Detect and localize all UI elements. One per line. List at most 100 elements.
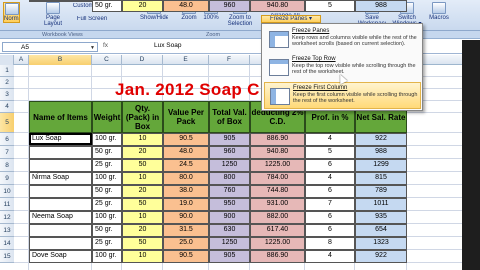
table-cell[interactable]: 100 gr. <box>92 172 122 185</box>
row-header-10[interactable]: 10 <box>0 185 14 198</box>
item-name-cell[interactable] <box>29 224 92 237</box>
table-cell[interactable]: 31.5 <box>163 224 209 237</box>
table-cell[interactable]: 50 gr. <box>92 185 122 198</box>
table-cell[interactable]: 25.0 <box>163 237 209 250</box>
table-cell[interactable]: 7 <box>305 198 355 211</box>
table-cell[interactable]: 20 <box>122 0 163 12</box>
row-header-4[interactable]: 4 <box>0 101 14 113</box>
table-cell[interactable]: 5 <box>305 0 355 12</box>
table-cell[interactable]: 90.0 <box>163 211 209 224</box>
table-cell[interactable]: 935 <box>355 211 407 224</box>
table-cell[interactable]: 617.40 <box>250 224 305 237</box>
table-cell[interactable]: 931.00 <box>250 198 305 211</box>
table-cell[interactable]: 789 <box>355 185 407 198</box>
menu-item-freeze-panes[interactable]: Freeze Panes Keep rows and columns visib… <box>264 26 421 53</box>
formula-input[interactable]: Lux Soap <box>154 42 181 49</box>
menu-item-freeze-first-column[interactable]: Freeze First Column Keep the first colum… <box>264 82 421 109</box>
select-all-corner[interactable] <box>0 55 14 65</box>
table-cell[interactable]: 940.80 <box>250 146 305 159</box>
table-cell[interactable]: 900 <box>209 211 250 224</box>
table-cell[interactable]: 5 <box>305 146 355 159</box>
item-name-cell[interactable]: Nirma Soap <box>29 172 92 185</box>
row-header-12[interactable]: 12 <box>0 211 14 224</box>
table-cell[interactable]: 882.00 <box>250 211 305 224</box>
table-cell[interactable]: 20 <box>122 185 163 198</box>
fx-icon[interactable]: fx <box>103 42 108 49</box>
table-cell[interactable]: 784.00 <box>250 172 305 185</box>
table-cell[interactable]: 1011 <box>355 198 407 211</box>
table-cell[interactable]: 20 <box>122 146 163 159</box>
table-cell[interactable]: 6 <box>305 185 355 198</box>
table-cell[interactable]: 48.0 <box>163 0 209 12</box>
table-cell[interactable]: 19.0 <box>163 198 209 211</box>
table-cell[interactable]: 80.0 <box>163 172 209 185</box>
item-name-cell[interactable] <box>29 237 92 250</box>
row-header-5[interactable]: 5 <box>0 113 14 133</box>
ribbon-btn-normal[interactable]: Normal <box>3 2 20 23</box>
row-header-6[interactable]: 6 <box>0 133 14 146</box>
table-cell[interactable]: 886.90 <box>250 250 305 263</box>
table-cell[interactable]: 100 gr. <box>92 133 122 146</box>
table-cell[interactable]: 48.0 <box>163 146 209 159</box>
table-cell[interactable]: 905 <box>209 250 250 263</box>
table-cell[interactable]: 90.5 <box>163 250 209 263</box>
row-header-14[interactable]: 14 <box>0 237 14 250</box>
item-name-cell[interactable]: Dove Soap <box>29 250 92 263</box>
ribbon-btn-full-screen[interactable]: Full Screen <box>72 16 112 22</box>
table-cell[interactable]: 988 <box>355 146 407 159</box>
table-cell[interactable]: 25 gr. <box>92 237 122 250</box>
row-header-9[interactable]: 9 <box>0 172 14 185</box>
item-name-cell[interactable] <box>29 159 92 172</box>
row-header-2[interactable]: 2 <box>0 77 14 89</box>
column-header-F[interactable]: F <box>209 55 250 65</box>
ribbon-btn-freeze-panes[interactable]: Freeze Panes ▾ <box>261 15 321 23</box>
table-cell[interactable]: 8 <box>305 237 355 250</box>
table-cell[interactable]: 800 <box>209 172 250 185</box>
table-cell[interactable]: 1250 <box>209 159 250 172</box>
table-cell[interactable]: 1225.00 <box>250 237 305 250</box>
table-cell[interactable]: 886.90 <box>250 133 305 146</box>
table-cell[interactable]: 50 <box>122 237 163 250</box>
table-cell[interactable]: 988 <box>355 0 407 12</box>
item-name-cell[interactable] <box>29 146 92 159</box>
name-box-dropdown-icon[interactable]: ▼ <box>90 45 95 51</box>
table-cell[interactable]: 4 <box>305 250 355 263</box>
table-cell[interactable]: 25 gr. <box>92 159 122 172</box>
table-cell[interactable]: 10 <box>122 250 163 263</box>
table-cell[interactable]: 20 <box>122 224 163 237</box>
table-cell[interactable]: 4 <box>305 172 355 185</box>
table-cell[interactable]: 744.80 <box>250 185 305 198</box>
table-cell[interactable]: 50 gr. <box>92 0 122 12</box>
table-cell[interactable]: 25 gr. <box>92 198 122 211</box>
item-name-cell[interactable] <box>29 185 92 198</box>
column-header-D[interactable]: D <box>122 55 163 65</box>
row-header-1[interactable]: 1 <box>0 65 14 77</box>
table-cell[interactable]: 100 gr. <box>92 250 122 263</box>
table-cell[interactable]: 50 <box>122 159 163 172</box>
row-header-8[interactable]: 8 <box>0 159 14 172</box>
table-cell[interactable]: 50 gr. <box>92 146 122 159</box>
table-cell[interactable]: 4 <box>305 133 355 146</box>
table-cell[interactable]: 1225.00 <box>250 159 305 172</box>
table-cell[interactable]: 10 <box>122 211 163 224</box>
name-box[interactable]: A5 <box>2 42 98 52</box>
table-cell[interactable]: 6 <box>305 224 355 237</box>
item-name-cell[interactable] <box>29 0 92 2</box>
table-cell[interactable]: 905 <box>209 133 250 146</box>
item-name-cell[interactable] <box>29 198 92 211</box>
table-cell[interactable]: 1299 <box>355 159 407 172</box>
table-cell[interactable]: 24.5 <box>163 159 209 172</box>
table-cell[interactable]: 950 <box>209 198 250 211</box>
table-cell[interactable]: 100 gr. <box>92 211 122 224</box>
column-header-A[interactable]: A <box>14 55 29 65</box>
table-cell[interactable]: 6 <box>305 159 355 172</box>
ribbon-btn-page-layout[interactable]: Page Layout <box>42 2 64 27</box>
table-cell[interactable]: 922 <box>355 133 407 146</box>
column-header-E[interactable]: E <box>163 55 209 65</box>
table-cell[interactable]: 922 <box>355 250 407 263</box>
row-header-15[interactable]: 15 <box>0 250 14 263</box>
table-cell[interactable]: 10 <box>122 133 163 146</box>
table-cell[interactable]: 1250 <box>209 237 250 250</box>
column-header-B[interactable]: B <box>29 55 92 65</box>
table-cell[interactable]: 50 gr. <box>92 224 122 237</box>
